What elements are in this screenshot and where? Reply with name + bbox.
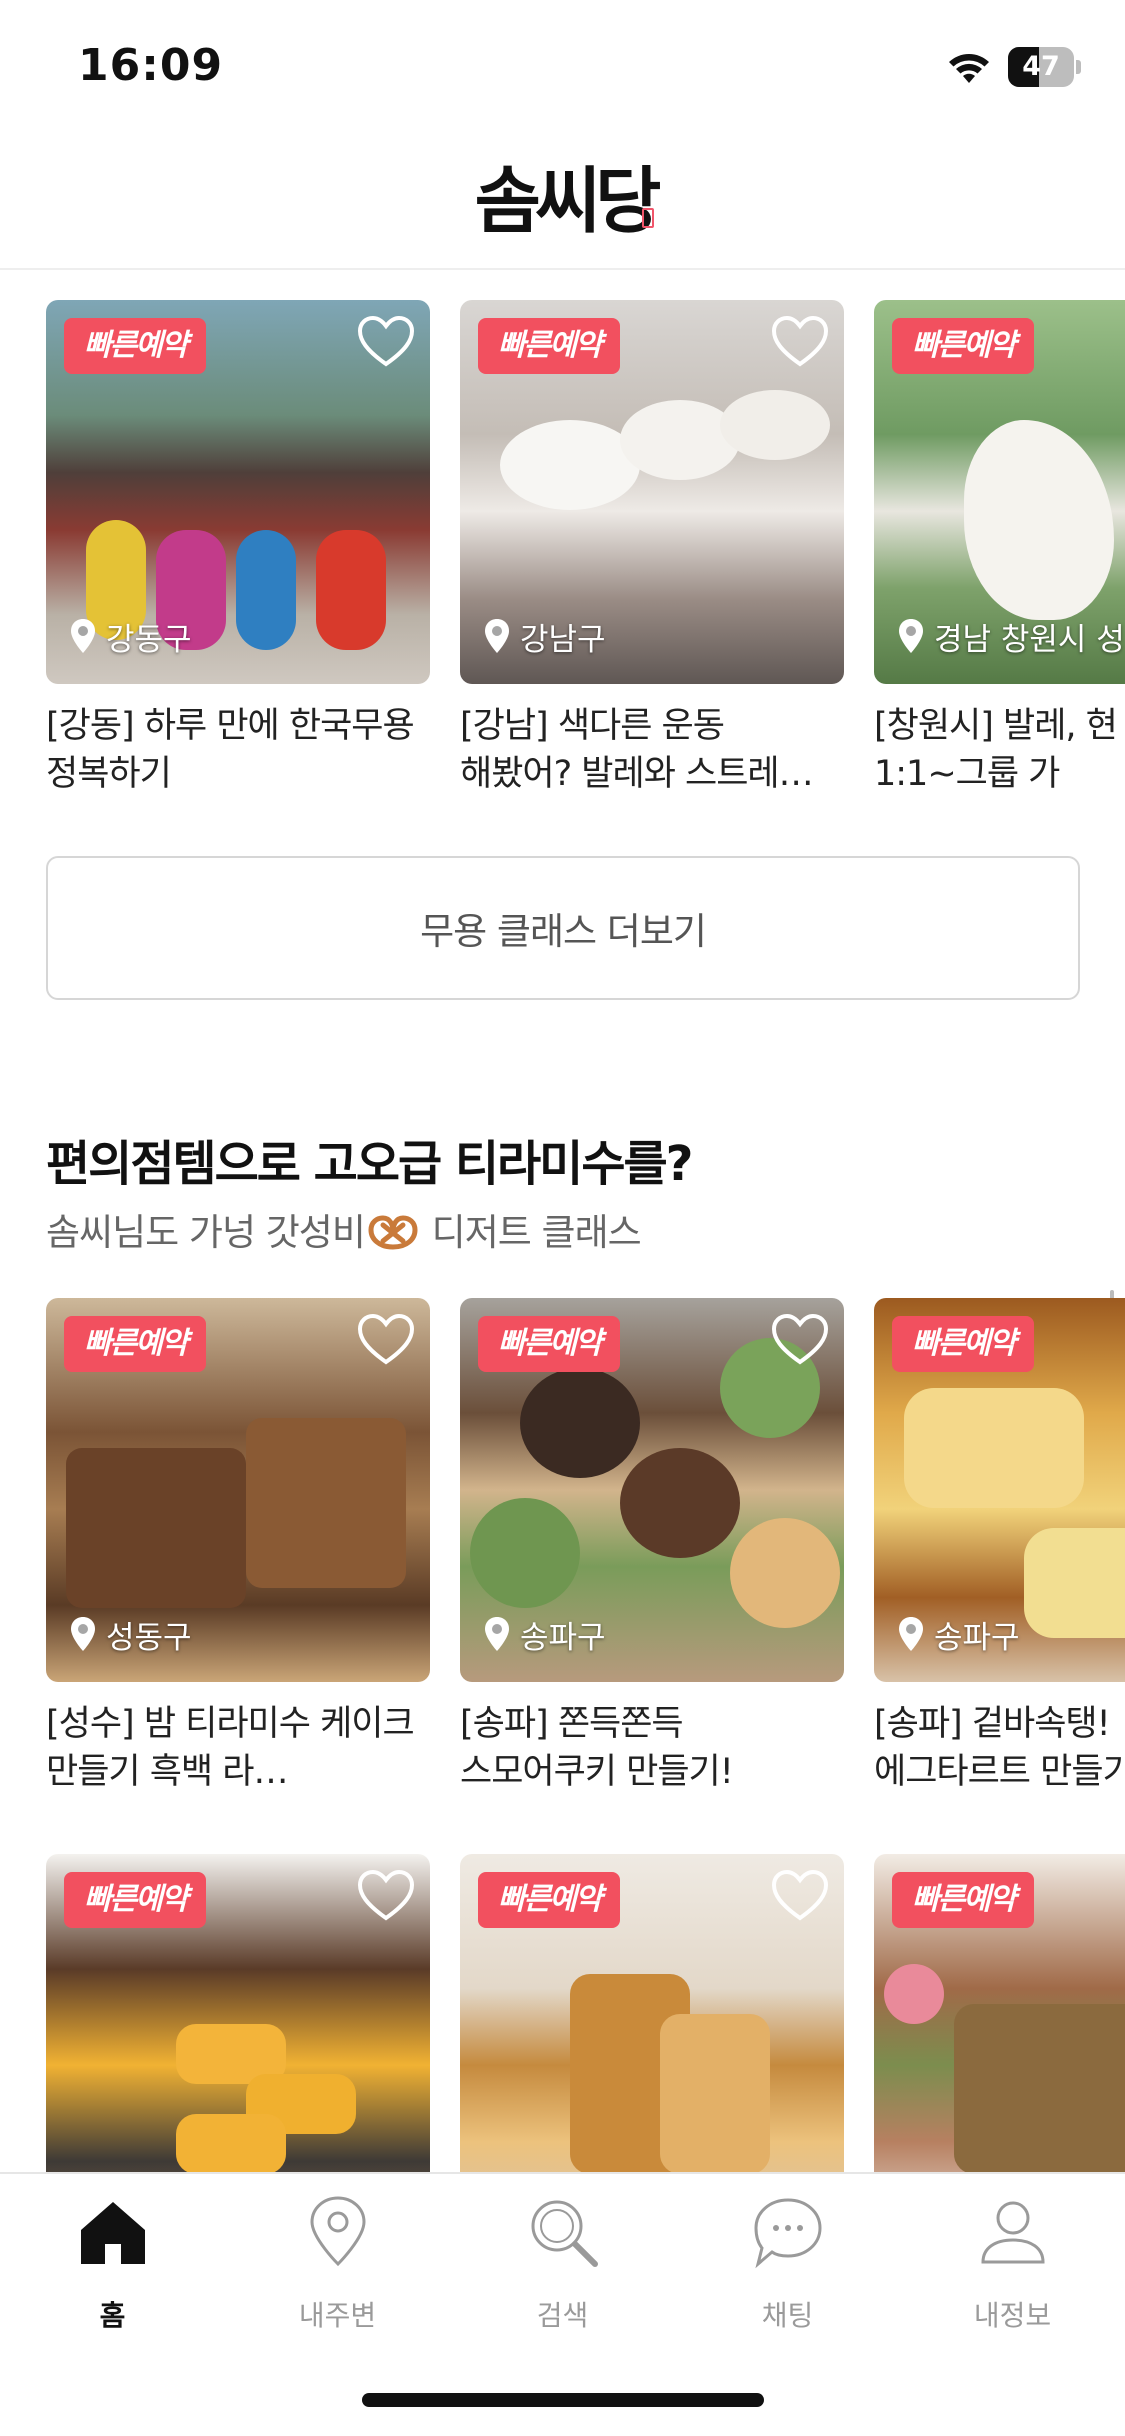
app-header: 솜씨당 <box>0 130 1125 270</box>
class-card[interactable]: 빠른예약 <box>46 1854 430 2172</box>
class-thumbnail[interactable]: 빠른예약 강남구 <box>460 300 844 684</box>
fast-booking-badge: 빠른예약 <box>892 1316 1035 1372</box>
location-label: 송파구 <box>520 1619 606 1656</box>
heart-icon[interactable] <box>770 314 830 370</box>
class-title[interactable]: [강동] 하루 만에 한국무용 정복하기 <box>46 702 430 798</box>
class-card[interactable]: 빠른예약 송파구 [송파] 쫀득쫀득 스모어쿠키 만들기! <box>460 1298 844 1796</box>
class-thumbnail[interactable]: 빠른예약 강동구 <box>46 300 430 684</box>
heart-icon[interactable] <box>770 1868 830 1924</box>
class-location: 송파구 <box>482 1612 606 1656</box>
class-thumbnail[interactable]: 빠른예약 송파구 <box>874 1298 1125 1682</box>
app-logo-text: 솜씨당 <box>474 158 662 243</box>
tab-label: 채팅 <box>761 2299 814 2332</box>
fast-booking-badge: 빠른예약 <box>892 1872 1035 1928</box>
logo-tag-mark <box>642 208 654 228</box>
heart-icon[interactable] <box>770 1312 830 1368</box>
fast-booking-badge: 빠른예약 <box>478 318 621 374</box>
heart-icon[interactable] <box>356 314 416 370</box>
location-label: 경남 창원시 성 <box>934 621 1125 658</box>
section-subtitle-suffix: 디저트 클래스 <box>420 1211 642 1254</box>
tab-nearby[interactable]: 내주변 <box>225 2194 450 2344</box>
tab-chat[interactable]: 채팅 <box>675 2194 900 2344</box>
class-card[interactable]: 빠른예약 송파구 [송파] 겉바속탱! 에그타르트 만들기 <box>874 1298 1125 1796</box>
class-card[interactable]: 빠른예약 강동구 [강동] 하루 만에 한국무용 정복하기 <box>46 300 430 798</box>
class-card[interactable]: 빠른예약 경남 창원시 성 [창원시] 발레, 현 레슨 / 1:1~그룹 가 <box>874 300 1125 798</box>
class-location: 강남구 <box>482 614 606 658</box>
location-pin-icon <box>485 1617 509 1651</box>
more-dance-classes-button[interactable]: 무용 클래스 더보기 <box>46 856 1080 1000</box>
class-title[interactable]: [강남] 색다른 운동 해봤어? 발레와 스트레… <box>460 702 844 798</box>
heart-icon[interactable] <box>356 1868 416 1924</box>
home-indicator <box>362 2393 764 2407</box>
status-time: 16:09 <box>78 40 224 91</box>
cake-class-row[interactable]: 빠른예약 빠른예약 빠른예약 <box>46 1854 1125 2172</box>
class-title[interactable]: [성수] 밤 티라미수 케이크 만들기 흑백 라… <box>46 1700 430 1796</box>
location-pin-icon <box>309 2196 366 2267</box>
location-label: 송파구 <box>934 1619 1020 1656</box>
fast-booking-badge: 빠른예약 <box>64 1872 207 1928</box>
battery-percent: 47 <box>1022 51 1060 82</box>
location-label: 성동구 <box>106 1619 192 1656</box>
wifi-icon <box>949 54 989 83</box>
fast-booking-badge: 빠른예약 <box>892 318 1035 374</box>
section-title: 편의점템으로 고오급 티라미수를? <box>46 1136 694 1192</box>
class-card[interactable]: 빠른예약 강남구 [강남] 색다른 운동 해봤어? 발레와 스트레… <box>460 300 844 798</box>
class-title[interactable]: [창원시] 발레, 현 레슨 / 1:1~그룹 가 <box>874 702 1125 798</box>
class-card[interactable]: 빠른예약 성동구 [성수] 밤 티라미수 케이크 만들기 흑백 라… <box>46 1298 430 1796</box>
location-pin-icon <box>485 619 509 653</box>
fast-booking-badge: 빠른예약 <box>478 1316 621 1372</box>
class-location: 성동구 <box>68 1612 192 1656</box>
class-thumbnail[interactable]: 빠른예약 <box>46 1854 430 2172</box>
heart-icon[interactable] <box>356 1312 416 1368</box>
tab-label: 내정보 <box>973 2299 1052 2332</box>
pretzel-icon <box>368 1215 418 1250</box>
fast-booking-badge: 빠른예약 <box>64 318 207 374</box>
class-location: 강동구 <box>68 614 192 658</box>
class-thumbnail[interactable]: 빠른예약 <box>874 1854 1125 2172</box>
class-card[interactable]: 빠른예약 <box>460 1854 844 2172</box>
fast-booking-badge: 빠른예약 <box>64 1316 207 1372</box>
section-subtitle: 솜씨님도 가넝 갓성비 디저트 클래스 <box>46 1202 642 1256</box>
location-pin-icon <box>899 619 923 653</box>
tab-label: 검색 <box>536 2299 589 2332</box>
fast-booking-badge: 빠른예약 <box>478 1872 621 1928</box>
tab-label: 홈 <box>99 2299 126 2332</box>
app-logo[interactable]: 솜씨당 <box>470 144 662 244</box>
class-location: 송파구 <box>896 1612 1020 1656</box>
home-icon <box>80 2202 145 2264</box>
search-icon <box>531 2200 598 2267</box>
class-thumbnail[interactable]: 빠른예약 <box>460 1854 844 2172</box>
chat-icon <box>753 2198 822 2269</box>
class-thumbnail[interactable]: 빠른예약 송파구 <box>460 1298 844 1682</box>
class-title[interactable]: [송파] 쫀득쫀득 스모어쿠키 만들기! <box>460 1700 844 1796</box>
location-label: 강동구 <box>106 621 192 658</box>
battery-indicator: 47 <box>1008 47 1081 87</box>
profile-icon <box>980 2201 1045 2264</box>
class-thumbnail[interactable]: 빠른예약 성동구 <box>46 1298 430 1682</box>
dessert-class-row[interactable]: 빠른예약 성동구 [성수] 밤 티라미수 케이크 만들기 흑백 라… 빠른예약 … <box>46 1298 1125 1858</box>
tab-label: 내주변 <box>298 2299 377 2332</box>
location-label: 강남구 <box>520 621 606 658</box>
status-bar: 16:09 47 <box>0 0 1125 130</box>
tab-search[interactable]: 검색 <box>450 2194 675 2344</box>
tab-profile[interactable]: 내정보 <box>900 2194 1125 2344</box>
class-title[interactable]: [송파] 겉바속탱! 에그타르트 만들기 <box>874 1700 1125 1796</box>
class-card[interactable]: 빠른예약 <box>874 1854 1125 2172</box>
dance-class-row[interactable]: 빠른예약 강동구 [강동] 하루 만에 한국무용 정복하기 빠른예약 강남구 [… <box>46 300 1125 860</box>
class-thumbnail[interactable]: 빠른예약 경남 창원시 성 <box>874 300 1125 684</box>
location-pin-icon <box>71 619 95 653</box>
location-pin-icon <box>71 1617 95 1651</box>
location-pin-icon <box>899 1617 923 1651</box>
tab-home[interactable]: 홈 <box>0 2194 225 2344</box>
class-location: 경남 창원시 성 <box>896 614 1125 658</box>
section-subtitle-prefix: 솜씨님도 가넝 갓성비 <box>46 1211 366 1254</box>
